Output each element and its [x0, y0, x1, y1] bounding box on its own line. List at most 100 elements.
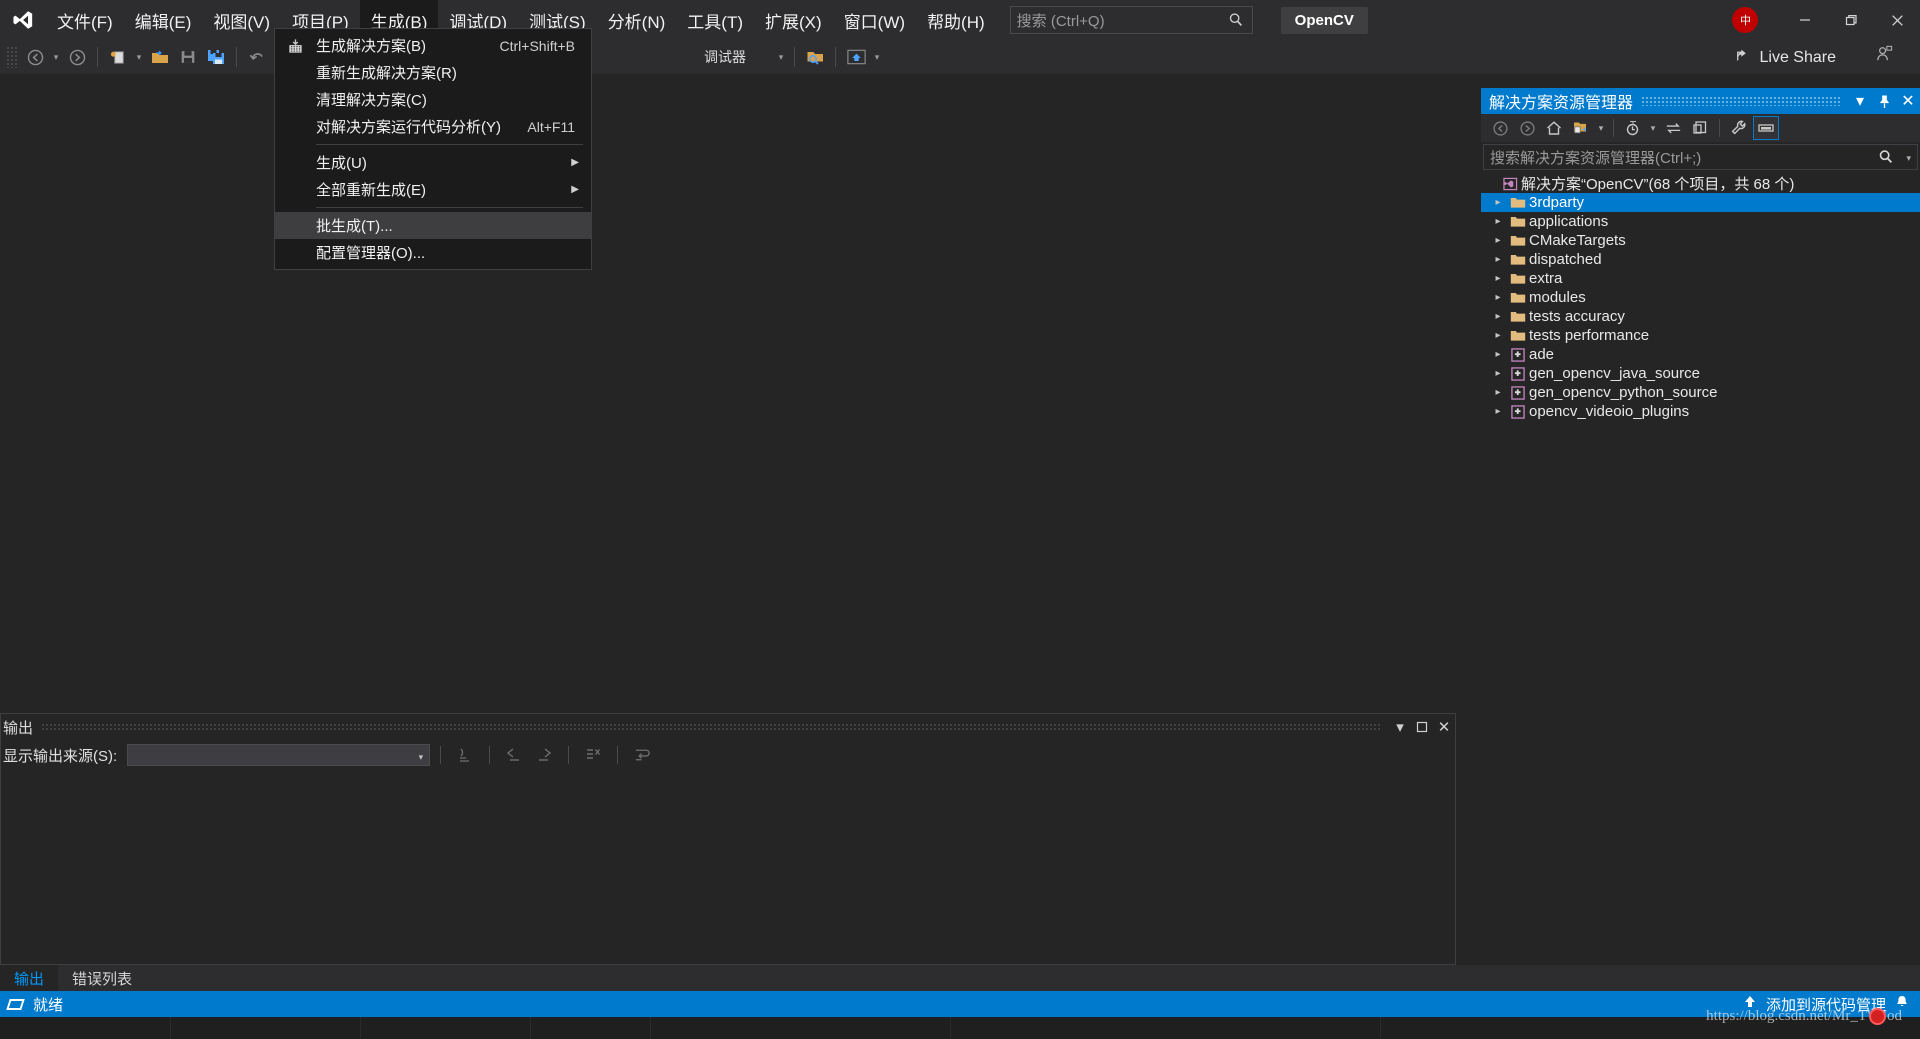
chevron-right-icon[interactable]: ▸: [1489, 273, 1507, 284]
menu-item-build-solution[interactable]: 生成解决方案(B) Ctrl+Shift+B: [275, 32, 591, 59]
clear-all-icon[interactable]: [579, 743, 607, 767]
restore-button[interactable]: [1828, 0, 1874, 40]
chevron-right-icon[interactable]: ▸: [1489, 387, 1507, 398]
tree-item-applications[interactable]: ▸ applications: [1481, 212, 1920, 231]
user-avatar-icon[interactable]: [1875, 44, 1894, 68]
output-text-area[interactable]: [3, 772, 1453, 962]
panel-drag-dots[interactable]: [1641, 96, 1840, 106]
menu-item-build-project[interactable]: 生成(U) ▶: [275, 149, 591, 176]
tree-item-opencv-videoio-plugins[interactable]: ▸ opencv_videoio_plugins: [1481, 402, 1920, 421]
open-file-icon[interactable]: [146, 44, 174, 70]
chevron-right-icon[interactable]: ▸: [1489, 349, 1507, 360]
menu-item-configuration-manager[interactable]: 配置管理器(O)...: [275, 239, 591, 266]
toggle-word-wrap-icon[interactable]: [628, 743, 656, 767]
forward-icon[interactable]: [1514, 116, 1540, 140]
menu-item-run-code-analysis[interactable]: 对解决方案运行代码分析(Y) Alt+F11: [275, 113, 591, 140]
toolbar-grip[interactable]: [6, 46, 18, 68]
tab-output[interactable]: 输出: [0, 965, 59, 991]
chevron-right-icon[interactable]: ▸: [1489, 197, 1507, 208]
tree-item-tests-performance[interactable]: ▸ tests performance: [1481, 326, 1920, 345]
pin-icon[interactable]: [1872, 88, 1896, 114]
menu-item-rebuild-solution[interactable]: 重新生成解决方案(R): [275, 59, 591, 86]
solution-explorer-header[interactable]: 解决方案资源管理器 ▾ ✕: [1481, 88, 1920, 114]
close-icon[interactable]: ✕: [1896, 88, 1920, 114]
menu-item-clean-solution[interactable]: 清理解决方案(C): [275, 86, 591, 113]
tree-item-dispatched[interactable]: ▸ dispatched: [1481, 250, 1920, 269]
tree-item-modules[interactable]: ▸ modules: [1481, 288, 1920, 307]
save-all-icon[interactable]: [202, 44, 230, 70]
menu-analyze[interactable]: 分析(N): [597, 0, 677, 40]
search-icon[interactable]: [1877, 148, 1895, 170]
chevron-right-icon[interactable]: ▸: [1489, 254, 1507, 265]
chevron-down-icon[interactable]: ▾: [419, 752, 424, 763]
sync-dropdown-icon[interactable]: ▾: [1595, 116, 1607, 140]
chevron-right-icon[interactable]: ▸: [1489, 216, 1507, 227]
menu-extensions[interactable]: 扩展(X): [754, 0, 833, 40]
go-to-previous-message-icon[interactable]: [500, 743, 528, 767]
chevron-right-icon[interactable]: ▸: [1489, 235, 1507, 246]
pending-changes-filter-icon[interactable]: [1620, 116, 1646, 140]
solution-explorer-search-input[interactable]: 搜索解决方案资源管理器(Ctrl+;) ▾: [1483, 144, 1918, 170]
navigate-back-dropdown-icon[interactable]: ▾: [49, 44, 63, 70]
live-share-button[interactable]: Live Share: [1735, 46, 1836, 69]
undo-icon[interactable]: [243, 44, 271, 70]
tree-item-extra[interactable]: ▸ extra: [1481, 269, 1920, 288]
menu-help[interactable]: 帮助(H): [916, 0, 996, 40]
toolbar-separator: [489, 746, 491, 764]
show-all-files-icon[interactable]: [1687, 116, 1713, 140]
go-to-next-message-icon[interactable]: [530, 743, 558, 767]
output-source-select[interactable]: ▾: [127, 744, 431, 766]
toolbar-overflow-icon[interactable]: ▾: [870, 44, 884, 70]
maximize-icon[interactable]: [1411, 714, 1433, 740]
build-menu-dropdown[interactable]: 生成解决方案(B) Ctrl+Shift+B 重新生成解决方案(R) 清理解决方…: [274, 28, 592, 270]
chevron-right-icon[interactable]: ▸: [1489, 406, 1507, 417]
debugger-target-combo[interactable]: 调试器: [700, 45, 774, 69]
panel-dropdown-icon[interactable]: ▾: [1389, 714, 1411, 740]
tree-item-tests-accuracy[interactable]: ▸ tests accuracy: [1481, 307, 1920, 326]
chevron-right-icon[interactable]: ▸: [1489, 311, 1507, 322]
chevron-right-icon[interactable]: ▸: [1489, 330, 1507, 341]
properties-icon[interactable]: [1726, 116, 1752, 140]
solution-tree[interactable]: 解决方案“OpenCV”(68 个项目，共 68 个) ▸ 3rdparty ▸…: [1481, 170, 1920, 958]
ime-indicator-icon[interactable]: 中: [1732, 7, 1758, 33]
tree-item-gen-opencv-java-source[interactable]: ▸ gen_opencv_java_source: [1481, 364, 1920, 383]
tab-error-list[interactable]: 错误列表: [58, 965, 146, 991]
panel-drag-dots[interactable]: [41, 722, 1381, 732]
refresh-icon[interactable]: [1660, 116, 1686, 140]
live-preview-icon[interactable]: [842, 44, 870, 70]
new-item-dropdown-icon[interactable]: ▾: [132, 44, 146, 70]
tree-item-solution[interactable]: 解决方案“OpenCV”(68 个项目，共 68 个): [1481, 174, 1920, 193]
menu-window[interactable]: 窗口(W): [833, 0, 916, 40]
minimize-button[interactable]: [1782, 0, 1828, 40]
tree-item-3rdparty[interactable]: ▸ 3rdparty: [1481, 193, 1920, 212]
tree-item-label: modules: [1529, 289, 1586, 306]
navigate-back-icon[interactable]: [21, 44, 49, 70]
menu-edit[interactable]: 编辑(E): [124, 0, 203, 40]
menu-tools[interactable]: 工具(T): [676, 0, 754, 40]
global-search-box[interactable]: 搜索 (Ctrl+Q): [1009, 6, 1253, 34]
filter-dropdown-icon[interactable]: ▾: [1647, 116, 1659, 140]
chevron-right-icon[interactable]: ▸: [1489, 368, 1507, 379]
close-icon[interactable]: ✕: [1433, 714, 1455, 740]
search-in-folder-icon[interactable]: [801, 44, 829, 70]
back-icon[interactable]: [1487, 116, 1513, 140]
search-options-dropdown-icon[interactable]: ▾: [1906, 153, 1911, 164]
chevron-right-icon[interactable]: ▸: [1489, 292, 1507, 303]
navigate-forward-icon[interactable]: [63, 44, 91, 70]
preview-selected-items-icon[interactable]: [1753, 116, 1779, 140]
home-icon[interactable]: [1541, 116, 1567, 140]
panel-dropdown-icon[interactable]: ▾: [1848, 88, 1872, 114]
menu-item-rebuild-all[interactable]: 全部重新生成(E) ▶: [275, 176, 591, 203]
debugger-target-dropdown-icon[interactable]: ▾: [774, 44, 788, 70]
tree-item-gen-opencv-python-source[interactable]: ▸ gen_opencv_python_source: [1481, 383, 1920, 402]
find-message-icon[interactable]: [451, 743, 479, 767]
menu-item-batch-build[interactable]: 批生成(T)...: [275, 212, 591, 239]
tree-item-cmaketargets[interactable]: ▸ CMakeTargets: [1481, 231, 1920, 250]
menu-file[interactable]: 文件(F): [46, 0, 124, 40]
sync-with-active-document-icon[interactable]: [1568, 116, 1594, 140]
close-button[interactable]: [1874, 0, 1920, 40]
save-icon[interactable]: [174, 44, 202, 70]
new-item-icon[interactable]: [104, 44, 132, 70]
menu-view[interactable]: 视图(V): [202, 0, 281, 40]
tree-item-ade[interactable]: ▸ ade: [1481, 345, 1920, 364]
